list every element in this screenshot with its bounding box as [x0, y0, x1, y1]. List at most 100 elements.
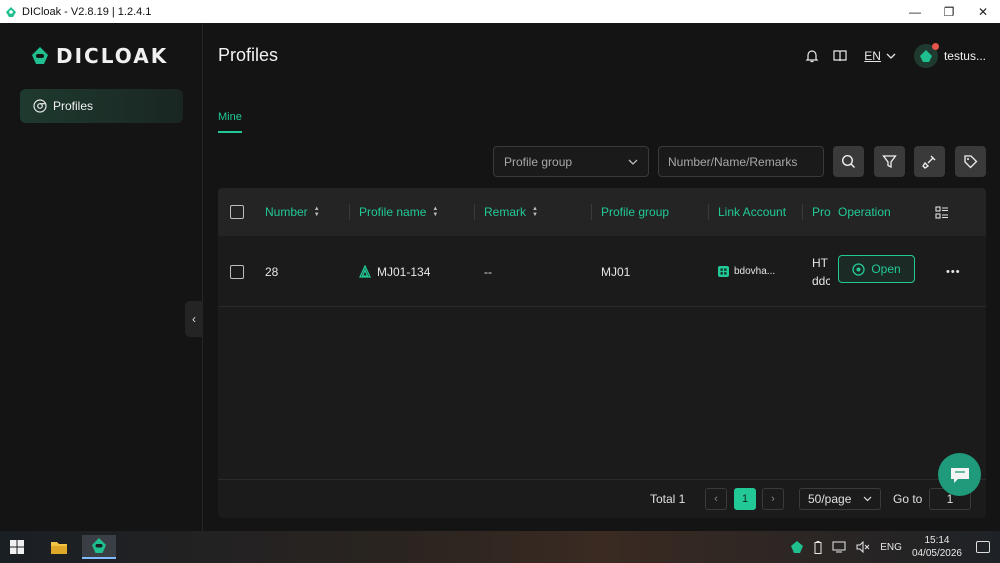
- minimize-button[interactable]: —: [898, 0, 932, 23]
- open-profile-button[interactable]: Open: [838, 255, 915, 283]
- tag-button[interactable]: [955, 146, 986, 177]
- link-account-text: bdovha...: [734, 266, 776, 277]
- search-icon: [841, 154, 855, 168]
- total-count: Total 1: [650, 492, 686, 506]
- sidebar: DICLOAK Profiles ‹: [0, 23, 203, 531]
- column-number[interactable]: Number ▲ ▼: [265, 188, 320, 236]
- book-icon[interactable]: [832, 48, 848, 64]
- select-all-checkbox[interactable]: [230, 205, 244, 219]
- windows-taskbar: ENG 15:14 04/05/2026: [0, 531, 1000, 563]
- username[interactable]: testus...: [944, 49, 986, 63]
- chevron-down-icon: [863, 496, 872, 502]
- profile-group-placeholder: Profile group: [504, 154, 573, 169]
- sort-icon[interactable]: ▲ ▼: [314, 206, 320, 218]
- profile-group-select[interactable]: Profile group: [493, 146, 649, 177]
- bell-icon[interactable]: [804, 48, 820, 64]
- table-header: Number ▲ ▼ Profile name ▲ ▼ Remark ▲ ▼ Prof…: [218, 188, 986, 236]
- proxy-line: ddc: [812, 273, 830, 288]
- cell-profile-group: MJ01: [601, 264, 631, 279]
- maximize-button[interactable]: ❐: [932, 0, 966, 23]
- collapse-sidebar-button[interactable]: ‹: [185, 301, 203, 337]
- cell-profile-name: MJ01-134: [359, 236, 430, 307]
- clock[interactable]: 15:14 04/05/2026: [912, 534, 962, 560]
- taskbar-dicloak[interactable]: [82, 535, 116, 559]
- column-label: Profile name: [359, 205, 427, 219]
- page-size-select[interactable]: 50/page: [799, 488, 881, 510]
- column-settings-icon: [935, 205, 948, 219]
- support-chat-button[interactable]: [938, 453, 981, 496]
- tab-active-indicator: [218, 131, 242, 133]
- column-divider: [802, 204, 803, 220]
- window-title-bar: DICloak - V2.8.19 | 1.2.4.1 — ❐ ✕: [0, 0, 1000, 23]
- broom-icon: [922, 155, 936, 169]
- select-all-cell: [230, 188, 244, 236]
- column-label: Operation: [838, 205, 891, 219]
- open-button-label: Open: [871, 262, 901, 276]
- language-selector[interactable]: EN: [864, 49, 896, 63]
- clock-date: 04/05/2026: [911, 548, 962, 559]
- cell-link-account[interactable]: bdovha...: [718, 236, 775, 307]
- dicloak-app-icon: [92, 538, 106, 553]
- clean-button[interactable]: [914, 146, 945, 177]
- chevron-down-icon: [628, 159, 638, 165]
- prev-page-button[interactable]: ‹: [705, 488, 727, 510]
- column-label: Link Account: [718, 205, 787, 219]
- chrome-icon: [33, 99, 47, 113]
- column-profile-name[interactable]: Profile name ▲ ▼: [359, 188, 438, 236]
- row-checkbox[interactable]: [230, 264, 244, 279]
- battery-icon[interactable]: [814, 540, 822, 554]
- column-operation: Operation: [838, 188, 891, 236]
- column-proxy[interactable]: Pro: [812, 188, 831, 236]
- sort-icon[interactable]: ▲ ▼: [432, 206, 438, 218]
- avatar[interactable]: [913, 43, 939, 68]
- page-1-button[interactable]: 1: [734, 488, 756, 510]
- sidebar-item-profiles[interactable]: Profiles: [20, 89, 183, 123]
- next-page-button[interactable]: ›: [762, 488, 784, 510]
- column-label: Profile group: [601, 205, 670, 219]
- profile-browser-icon: [359, 265, 371, 278]
- column-label: Pro: [812, 205, 831, 219]
- column-remark[interactable]: Remark ▲ ▼: [484, 188, 538, 236]
- chevron-down-icon: [886, 53, 896, 59]
- column-settings[interactable]: [935, 188, 949, 236]
- row-select-cell: [230, 236, 244, 307]
- search-button[interactable]: [833, 146, 864, 177]
- proxy-line: HT: [812, 255, 828, 270]
- cell-remark: --: [484, 264, 492, 279]
- sort-icon[interactable]: ▲ ▼: [532, 206, 538, 218]
- column-divider: [349, 204, 350, 220]
- notification-center-icon[interactable]: [976, 541, 990, 553]
- column-divider: [591, 204, 592, 220]
- dicloak-app-icon: [6, 6, 16, 17]
- dicloak-tray-icon[interactable]: [790, 540, 804, 554]
- volume-muted-icon[interactable]: [856, 541, 870, 553]
- logo: DICLOAK: [30, 44, 168, 68]
- filter-icon: [882, 155, 897, 169]
- search-input[interactable]: [658, 146, 824, 177]
- chrome-icon: [852, 262, 865, 276]
- folder-icon: [51, 541, 67, 554]
- page-size-value: 50/page: [808, 492, 852, 506]
- system-tray: ENG 15:14 04/05/2026: [790, 531, 1000, 563]
- language-code: EN: [864, 49, 881, 63]
- profiles-table: Number ▲ ▼ Profile name ▲ ▼ Remark ▲ ▼ Prof…: [218, 188, 986, 518]
- windows-start-icon[interactable]: [10, 540, 24, 554]
- more-actions-icon[interactable]: •••: [946, 236, 961, 307]
- taskbar-file-explorer[interactable]: [44, 535, 74, 559]
- window-title: DICloak - V2.8.19 | 1.2.4.1: [22, 5, 152, 18]
- account-app-icon: [718, 266, 729, 277]
- column-divider: [474, 204, 475, 220]
- tab-mine[interactable]: Mine: [218, 111, 242, 123]
- filter-button[interactable]: [874, 146, 905, 177]
- cell-number: 28: [265, 264, 279, 279]
- table-row[interactable]: 28 MJ01-134 -- MJ01 bdovha... HT ddc Ope…: [218, 236, 986, 307]
- table-footer: Total 1 ‹ 1 › 50/page Go to 1: [218, 479, 986, 518]
- input-language[interactable]: ENG: [880, 542, 902, 553]
- cell-proxy: HT ddc: [812, 236, 830, 307]
- column-link-account[interactable]: Link Account: [718, 188, 786, 236]
- column-label: Remark: [484, 205, 527, 219]
- close-button[interactable]: ✕: [966, 0, 1000, 23]
- network-icon[interactable]: [832, 541, 846, 553]
- page-title: Profiles: [218, 45, 279, 65]
- column-profile-group[interactable]: Profile group: [601, 188, 669, 236]
